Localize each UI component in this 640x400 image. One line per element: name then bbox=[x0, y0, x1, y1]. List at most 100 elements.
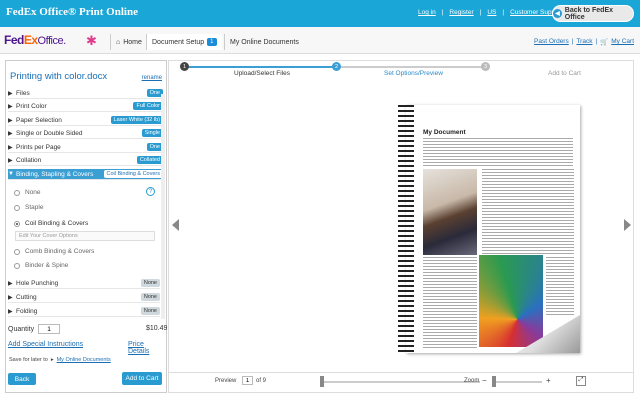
option-value-badge: Coil Binding & Covers bbox=[103, 170, 163, 178]
separator: | bbox=[479, 9, 482, 16]
nav-bar: FedExOffice. ✱ ⌂ Home Document Setup 1 M… bbox=[0, 27, 640, 54]
cover-options-select[interactable]: Edit Your Cover Options bbox=[15, 231, 155, 241]
locale-link[interactable]: US bbox=[487, 9, 496, 16]
step-3-label: Add to Cart bbox=[548, 70, 581, 77]
option-paper-selection[interactable]: ▶ Paper Selection Laser White (32 lb) bbox=[8, 115, 163, 126]
document-text-block bbox=[423, 257, 477, 349]
option-label: Hole Punching bbox=[16, 279, 59, 287]
zoom-in-icon[interactable]: + bbox=[546, 376, 551, 385]
account-links: Past Orders | Track | 🛒 My Cart bbox=[534, 38, 634, 46]
flower-logo-icon: ✱ bbox=[86, 33, 97, 48]
page-slider-handle[interactable] bbox=[320, 376, 324, 387]
binding-choice-comb[interactable]: Comb Binding & Covers bbox=[14, 246, 94, 257]
caret-right-icon: ▶ bbox=[8, 90, 13, 97]
tab-document-setup[interactable]: Document Setup 1 bbox=[146, 34, 222, 50]
binding-choice-staple[interactable]: Staple bbox=[14, 202, 43, 213]
radio-button[interactable] bbox=[14, 204, 20, 211]
back-button[interactable]: Back bbox=[8, 373, 36, 385]
option-binding[interactable]: ▼ Binding, Stapling & Covers Coil Bindin… bbox=[8, 169, 163, 180]
option-label: Cutting bbox=[16, 293, 37, 301]
radio-button[interactable] bbox=[14, 248, 20, 255]
home-icon: ⌂ bbox=[116, 38, 121, 46]
help-icon[interactable]: ? bbox=[146, 187, 155, 196]
step-1-label: Upload/Select Files bbox=[234, 70, 290, 77]
options-scrollbar[interactable] bbox=[161, 94, 165, 319]
zoom-slider-handle[interactable] bbox=[492, 376, 496, 387]
page-slider[interactable] bbox=[320, 381, 480, 383]
logo-office: Office. bbox=[37, 35, 67, 47]
past-orders-link[interactable]: Past Orders bbox=[534, 38, 569, 46]
price-total: $10.49 bbox=[146, 325, 168, 332]
separator: | bbox=[571, 38, 574, 45]
document-text-block bbox=[482, 169, 574, 255]
fedex-office-logo[interactable]: FedExOffice. bbox=[4, 33, 66, 47]
save-later-label: Save for later to bbox=[9, 357, 48, 363]
document-text-block bbox=[423, 138, 573, 166]
binding-choice-binder[interactable]: Binder & Spine bbox=[14, 260, 68, 271]
fullscreen-icon[interactable]: ⤢ bbox=[576, 376, 586, 386]
track-link[interactable]: Track bbox=[576, 38, 592, 46]
binding-choice-label: Staple bbox=[25, 204, 44, 211]
option-value-badge: None bbox=[140, 279, 160, 287]
option-label: Binding, Stapling & Covers bbox=[16, 170, 94, 178]
zoom-out-icon[interactable]: − bbox=[482, 376, 487, 385]
caret-right-icon: ▶ bbox=[8, 157, 13, 164]
option-label: Single or Double Sided bbox=[16, 129, 83, 137]
option-sides[interactable]: ▶ Single or Double Sided Single bbox=[8, 128, 163, 139]
prev-page-arrow-icon[interactable] bbox=[172, 219, 179, 231]
option-folding[interactable]: ▶ Folding None bbox=[8, 306, 160, 317]
step-3-dot: 3 bbox=[481, 62, 490, 71]
option-collation[interactable]: ▶ Collation Collated bbox=[8, 155, 163, 166]
separator: | bbox=[502, 9, 505, 16]
option-prints-per-page[interactable]: ▶ Prints per Page One bbox=[8, 142, 163, 153]
progress-fill bbox=[185, 66, 337, 68]
binding-choice-none[interactable]: None bbox=[14, 187, 41, 198]
tab-home-label: Home bbox=[123, 38, 142, 46]
back-to-fedex-button[interactable]: ◀ Back to FedEx Office bbox=[552, 5, 634, 22]
add-to-cart-button[interactable]: Add to Cart bbox=[122, 372, 162, 385]
caret-down-icon: ▼ bbox=[8, 171, 14, 177]
option-files[interactable]: ▶ Files One bbox=[8, 88, 163, 99]
binding-choice-label: Binder & Spine bbox=[25, 262, 69, 269]
document-title: Printing with color.docx bbox=[10, 71, 108, 82]
option-value-badge: None bbox=[140, 293, 160, 301]
document-photo-people bbox=[423, 169, 477, 255]
caret-right-icon: ▶ bbox=[8, 117, 13, 124]
binding-choice-coil[interactable]: Coil Binding & Covers bbox=[14, 218, 88, 229]
folder-icon: ▸ bbox=[50, 357, 54, 363]
step-2-label: Set Options/Preview bbox=[384, 70, 443, 77]
cart-icon: 🛒 bbox=[600, 39, 609, 46]
tab-online-documents[interactable]: My Online Documents bbox=[224, 34, 304, 50]
radio-button[interactable] bbox=[14, 189, 20, 196]
zoom-slider[interactable] bbox=[492, 381, 542, 383]
option-cutting[interactable]: ▶ Cutting None bbox=[8, 292, 160, 303]
my-cart-link[interactable]: My Cart bbox=[611, 38, 634, 46]
radio-button-selected[interactable] bbox=[14, 220, 20, 227]
caret-right-icon: ▶ bbox=[8, 308, 13, 315]
page-total: of 9 bbox=[256, 378, 267, 384]
top-links: Log in | Register | US | Customer Suppor… bbox=[418, 9, 563, 16]
preview-label: Preview bbox=[215, 378, 237, 384]
price-details-link[interactable]: Price Details bbox=[128, 341, 166, 355]
tab-home[interactable]: ⌂ Home bbox=[110, 34, 147, 50]
step-1-dot: 1 bbox=[180, 62, 189, 71]
option-print-color[interactable]: ▶ Print Color Full Color bbox=[8, 101, 163, 112]
option-value-badge: None bbox=[140, 307, 160, 315]
save-later-link[interactable]: My Online Documents bbox=[57, 357, 111, 363]
quantity-input[interactable] bbox=[38, 324, 61, 334]
separator: | bbox=[595, 38, 598, 45]
page-number-input[interactable] bbox=[242, 376, 253, 385]
special-instructions-link[interactable]: Add Special Instructions bbox=[8, 341, 83, 348]
rename-link[interactable]: rename bbox=[142, 75, 162, 81]
caret-right-icon: ▶ bbox=[8, 280, 13, 287]
register-link[interactable]: Register bbox=[449, 9, 473, 16]
document-count-badge: 1 bbox=[207, 38, 217, 46]
option-hole-punching[interactable]: ▶ Hole Punching None bbox=[8, 278, 160, 289]
separator: | bbox=[441, 9, 444, 16]
caret-right-icon: ▶ bbox=[8, 144, 13, 151]
login-link[interactable]: Log in bbox=[418, 9, 436, 16]
next-page-arrow-icon[interactable] bbox=[624, 219, 631, 231]
step-2-dot: 2 bbox=[332, 62, 341, 71]
logo-ex: Ex bbox=[23, 33, 38, 47]
radio-button[interactable] bbox=[14, 262, 20, 269]
